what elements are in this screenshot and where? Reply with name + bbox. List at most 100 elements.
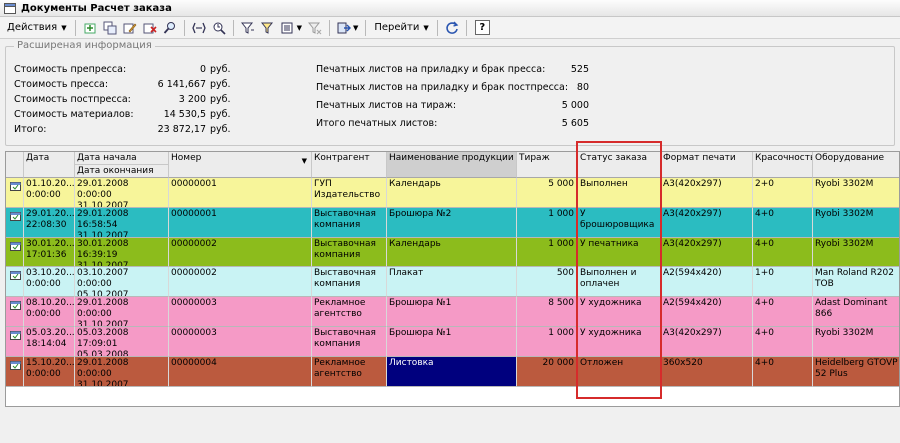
cell-equipment[interactable]: Adast Dominant 866 (813, 297, 899, 327)
cell-date[interactable]: 29.01.20... 22:08:30 (24, 207, 75, 238)
cell-equipment[interactable]: Man Roland R202 TOB (813, 267, 899, 298)
cell-colors[interactable]: 4+0 (753, 356, 813, 387)
cell-date[interactable]: 01.10.20... 0:00:00 (24, 178, 75, 208)
cell-equipment[interactable]: Ryobi 3302M (813, 178, 899, 208)
filter-by-value-button[interactable] (260, 20, 276, 36)
header-end-date[interactable]: Дата окончания (75, 164, 168, 177)
table-row[interactable]: 29.01.20... 22:08:30 29.01.2008 16:58:54 31… (6, 207, 899, 238)
cell-format[interactable]: А3(420х297) (661, 207, 753, 238)
cell-number[interactable]: 00000003 (169, 297, 312, 327)
cell-status[interactable]: У печатника (578, 237, 661, 268)
cell-date[interactable]: 30.01.20... 17:01:36 (24, 237, 75, 268)
delete-button[interactable] (142, 20, 158, 36)
add-button[interactable] (82, 20, 98, 36)
refresh-button[interactable] (444, 20, 460, 36)
cell-product-selected[interactable]: Листовка (387, 356, 517, 387)
cell-counterparty[interactable]: Рекламное агентство (312, 356, 387, 387)
cell-date[interactable]: 15.10.20... 0:00:00 (24, 356, 75, 387)
cell-product[interactable]: Брошюра №1 (387, 327, 517, 357)
filter-list-button[interactable] (280, 20, 296, 36)
history-button[interactable] (211, 20, 227, 36)
cell-start-end[interactable]: 03.10.2007 0:00:0005.10.2007 0:00:00 (75, 267, 169, 298)
cell-colors[interactable]: 4+0 (753, 297, 813, 327)
cell-number[interactable]: 00000001 (169, 178, 312, 208)
header-product[interactable]: Наименование продукции (387, 152, 517, 178)
chevron-down-icon[interactable]: ▼ (297, 24, 302, 32)
copy-button[interactable] (102, 20, 118, 36)
cell-status[interactable]: У художника (578, 327, 661, 357)
cell-circulation[interactable]: 1 000 (517, 237, 578, 268)
cell-product[interactable]: Брошюра №2 (387, 207, 517, 238)
actions-menu[interactable]: Действия ▼ (3, 19, 71, 37)
cell-status[interactable]: Выполнен и оплачен (578, 267, 661, 298)
cell-date[interactable]: 03.10.20... 0:00:00 (24, 267, 75, 298)
cell-number[interactable]: 00000004 (169, 356, 312, 387)
cell-number[interactable]: 00000002 (169, 237, 312, 268)
help-button[interactable]: ? (474, 20, 490, 35)
cell-format[interactable]: А2(594х420) (661, 297, 753, 327)
cell-status[interactable]: Отложен (578, 356, 661, 387)
cell-circulation[interactable]: 500 (517, 267, 578, 298)
cell-start-end[interactable]: 05.03.2008 17:09:0105.03.2008 17:09:01 (75, 327, 169, 357)
cell-counterparty[interactable]: Выставочная компания (312, 267, 387, 298)
cell-counterparty[interactable]: Выставочная компания (312, 327, 387, 357)
cell-start-end[interactable]: 29.01.2008 0:00:0031.10.2007 0:00:00 (75, 297, 169, 327)
cell-circulation[interactable]: 20 000 (517, 356, 578, 387)
cell-start-end[interactable]: 30.01.2008 16:39:1931.10.2007 0:00:00 (75, 237, 169, 268)
cell-colors[interactable]: 2+0 (753, 178, 813, 208)
header-number[interactable]: Номер ▼ (169, 152, 312, 178)
table-row[interactable]: 08.10.20... 0:00:00 29.01.2008 0:00:00 31.1… (6, 297, 899, 327)
cell-format[interactable]: А3(420х297) (661, 237, 753, 268)
cell-format[interactable]: 360х520 (661, 356, 753, 387)
cell-start-end[interactable]: 29.01.2008 0:00:0031.10.2007 0:00:00 (75, 178, 169, 208)
goto-menu[interactable]: Перейти ▼ (370, 19, 432, 37)
cell-status[interactable]: У художника (578, 297, 661, 327)
header-date[interactable]: Дата (24, 152, 75, 178)
header-colors[interactable]: Красочность (753, 152, 813, 178)
cell-circulation[interactable]: 8 500 (517, 297, 578, 327)
cell-date[interactable]: 05.03.20... 18:14:04 (24, 327, 75, 357)
header-format[interactable]: Формат печати (661, 152, 753, 178)
cell-start-end[interactable]: 29.01.2008 16:58:5431.10.2007 0:00:00 (75, 207, 169, 238)
cell-colors[interactable]: 1+0 (753, 267, 813, 298)
filter-button[interactable] (240, 20, 256, 36)
cell-format[interactable]: А2(594х420) (661, 267, 753, 298)
cell-equipment[interactable]: Ryobi 3302M (813, 327, 899, 357)
table-row[interactable]: 30.01.20... 17:01:36 30.01.2008 16:39:19 31… (6, 237, 899, 268)
cell-number[interactable]: 00000001 (169, 207, 312, 238)
chevron-down-icon[interactable]: ▼ (353, 24, 358, 32)
cell-format[interactable]: А3(420х297) (661, 178, 753, 208)
cell-colors[interactable]: 4+0 (753, 237, 813, 268)
table-row[interactable]: 03.10.20... 0:00:00 03.10.2007 0:00:00 05.1… (6, 267, 899, 298)
cell-date[interactable]: 08.10.20... 0:00:00 (24, 297, 75, 327)
cell-colors[interactable]: 4+0 (753, 207, 813, 238)
table-row[interactable]: 15.10.20... 0:00:00 29.01.2008 0:00:00 31.1… (6, 356, 899, 387)
orders-table[interactable]: Дата Дата начала Дата окончания Номер ▼ … (5, 151, 900, 407)
find-button[interactable] (162, 20, 178, 36)
cell-product[interactable]: Плакат (387, 267, 517, 298)
interval-button[interactable] (191, 20, 207, 36)
cell-colors[interactable]: 4+0 (753, 327, 813, 357)
cell-number[interactable]: 00000003 (169, 327, 312, 357)
cell-circulation[interactable]: 1 000 (517, 327, 578, 357)
cell-status[interactable]: У брошюровщика (578, 207, 661, 238)
cell-equipment[interactable]: Ryobi 3302M (813, 238, 899, 268)
cell-product[interactable]: Календарь (387, 237, 517, 268)
print-button[interactable] (336, 20, 352, 36)
cell-counterparty[interactable]: Рекламное агентство (312, 297, 387, 327)
cell-number[interactable]: 00000002 (169, 267, 312, 298)
header-circulation[interactable]: Тираж (517, 152, 578, 178)
cell-equipment[interactable]: Ryobi 3302M (813, 208, 899, 238)
header-counterparty[interactable]: Контрагент (312, 152, 387, 178)
table-row[interactable]: 01.10.20... 0:00:00 29.01.2008 0:00:00 31.1… (6, 178, 899, 208)
cell-product[interactable]: Брошюра №1 (387, 297, 517, 327)
header-start-end[interactable]: Дата начала Дата окончания (75, 152, 169, 178)
cell-start-end[interactable]: 29.01.2008 0:00:0031.10.2007 0:00:00 (75, 356, 169, 387)
clear-filter-button[interactable] (307, 20, 323, 36)
cell-status[interactable]: Выполнен (578, 178, 661, 208)
header-status[interactable]: Статус заказа (578, 152, 661, 178)
cell-product[interactable]: Календарь (387, 178, 517, 208)
cell-counterparty[interactable]: ГУП Издательство (312, 178, 387, 208)
cell-circulation[interactable]: 5 000 (517, 178, 578, 208)
table-row[interactable]: 05.03.20... 18:14:04 05.03.2008 17:09:01 05… (6, 327, 899, 357)
